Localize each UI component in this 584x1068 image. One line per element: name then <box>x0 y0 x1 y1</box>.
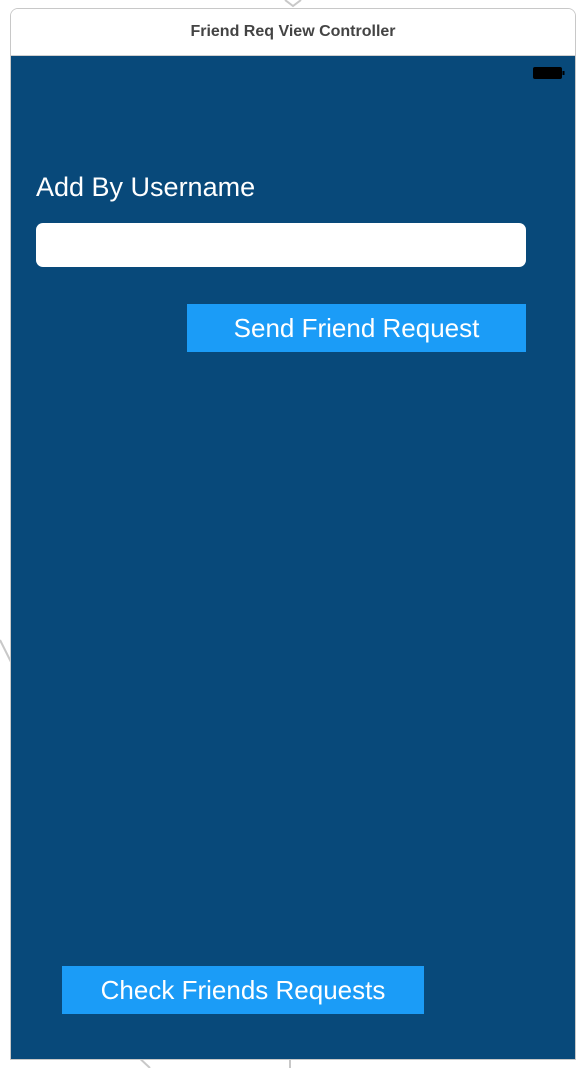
scene-title-bar[interactable]: Friend Req View Controller <box>11 9 575 56</box>
send-friend-request-button[interactable]: Send Friend Request <box>187 304 526 352</box>
view-controller-scene[interactable]: Friend Req View Controller Add By Userna… <box>10 8 576 1060</box>
scene-title: Friend Req View Controller <box>190 23 396 40</box>
check-friends-requests-label: Check Friends Requests <box>100 974 386 1005</box>
username-input[interactable] <box>36 223 526 267</box>
check-friends-requests-button[interactable]: Check Friends Requests <box>62 966 424 1014</box>
main-view: Add By Username Send Friend Request Chec… <box>11 56 575 1059</box>
send-friend-request-label: Send Friend Request <box>233 312 480 343</box>
storyboard-canvas: Friend Req View Controller Add By Userna… <box>0 0 584 1068</box>
battery-icon <box>533 67 565 79</box>
add-by-username-label: Add By Username <box>36 172 256 202</box>
